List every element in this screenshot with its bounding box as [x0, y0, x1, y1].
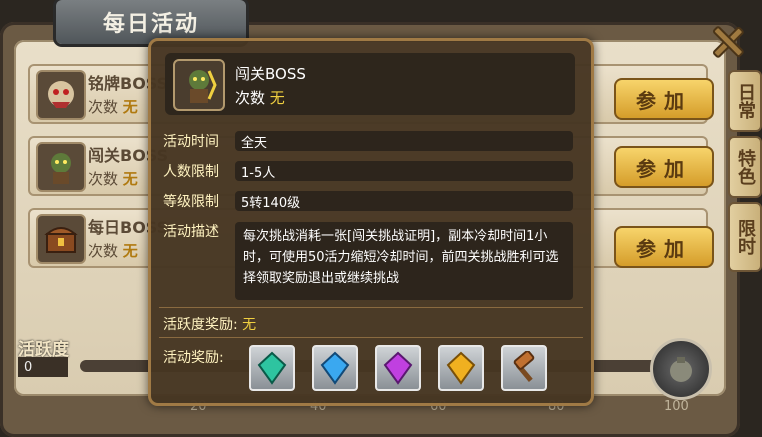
boss-icon — [36, 142, 86, 192]
activity-detail-popup: 闯关BOSS 次数 无 活动时间 全天 人数限制 1-5人 等级限制 5转140… — [148, 38, 594, 406]
boss-icon — [173, 59, 225, 111]
popup-header: 闯关BOSS 次数 无 — [165, 53, 575, 115]
join-button[interactable]: 参加 — [614, 226, 714, 268]
row-count-value: 无 — [122, 170, 138, 188]
activity-reward: 活跃度奖励: 无 — [163, 314, 256, 334]
activity-reward-value: 无 — [242, 317, 257, 333]
divider — [159, 337, 583, 338]
join-button[interactable]: 参加 — [614, 146, 714, 188]
row-count-value: 无 — [122, 242, 138, 260]
row-count-label: 次数 — [88, 242, 119, 260]
hammer-icon — [513, 351, 535, 382]
popup-count-label: 次数 — [235, 89, 266, 107]
reward-item[interactable] — [312, 345, 358, 391]
row-count-value: 无 — [122, 98, 138, 116]
row-count: 次数 无 — [88, 96, 138, 117]
milestone-label: 100 — [664, 399, 689, 414]
reward-label: 活动奖励: — [163, 350, 224, 366]
popup-count: 次数 无 — [235, 87, 285, 108]
reward-item[interactable] — [375, 345, 421, 391]
row-count-label: 次数 — [88, 98, 119, 116]
row-count: 次数 无 — [88, 168, 138, 189]
row-count: 次数 无 — [88, 240, 138, 261]
time-value: 全天 — [235, 131, 573, 151]
tab-limited-label: 限时 — [735, 219, 756, 255]
chest-icon — [36, 214, 86, 264]
row-count-label: 次数 — [88, 170, 119, 188]
tab-special-label: 特色 — [735, 149, 756, 185]
tab-limited[interactable]: 限时 — [728, 202, 762, 272]
reward-item[interactable] — [249, 345, 295, 391]
level-value: 5转140级 — [235, 191, 573, 211]
people-value: 1-5人 — [235, 161, 573, 181]
reward-item[interactable] — [438, 345, 484, 391]
boss-icon — [36, 70, 86, 120]
level-label: 等级限制 — [163, 194, 219, 210]
popup-count-value: 无 — [269, 89, 285, 107]
close-button[interactable] — [706, 20, 750, 64]
time-label: 活动时间 — [163, 134, 219, 150]
purple-gem-icon — [383, 351, 413, 385]
desc-text: 每次挑战消耗一张[闯关挑战证明]，副本冷却时间1小时，可使用50活力缩短冷却时间… — [235, 222, 573, 300]
desc-label: 活动描述 — [163, 224, 219, 240]
activity-reward-label: 活跃度奖励: — [163, 317, 238, 333]
people-label: 人数限制 — [163, 164, 219, 180]
treasure-bag-icon — [670, 357, 692, 382]
blue-gem-icon — [320, 351, 350, 385]
divider — [159, 307, 583, 308]
reward-item[interactable] — [501, 345, 547, 391]
gold-gem-icon — [446, 351, 476, 385]
tab-daily-label: 日常 — [735, 83, 756, 119]
tab-special[interactable]: 特色 — [728, 136, 762, 198]
close-icon — [712, 26, 744, 58]
popup-title: 闯关BOSS — [235, 65, 306, 83]
milestone-chest-button[interactable] — [650, 338, 712, 400]
activity-value: 0 — [18, 357, 68, 377]
green-gem-icon — [257, 351, 287, 385]
tab-daily[interactable]: 日常 — [728, 70, 762, 132]
join-button[interactable]: 参加 — [614, 78, 714, 120]
